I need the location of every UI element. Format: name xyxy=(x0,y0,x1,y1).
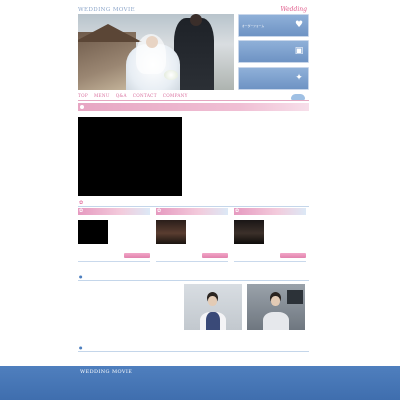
bullet-icon xyxy=(80,105,84,109)
nav-menu[interactable]: MENU xyxy=(94,93,110,98)
side-button-samples[interactable]: ▣ xyxy=(238,40,309,63)
star-icon: ✿ xyxy=(157,208,162,214)
nav-top[interactable]: TOP xyxy=(78,93,88,98)
card-more-button[interactable] xyxy=(280,253,306,258)
staff-photo-2 xyxy=(247,284,305,330)
star-icon: ✿ xyxy=(79,200,84,206)
sample-card-1: ✿ xyxy=(78,208,150,264)
sample-card-3: ✿ xyxy=(234,208,306,264)
site-title[interactable]: WEDDING MOVIE xyxy=(78,7,135,13)
video-thumbnail[interactable] xyxy=(234,220,264,244)
divider xyxy=(234,261,306,262)
nav-qa[interactable]: Q&A xyxy=(116,93,127,98)
heart-icon: ♥ xyxy=(294,20,304,30)
hero-bouquet xyxy=(164,70,178,80)
card-header: ✿ xyxy=(156,208,228,215)
hero-roof xyxy=(78,24,142,42)
top-bar xyxy=(78,2,309,6)
side-button-order[interactable]: オーダーフォーム ♥ xyxy=(238,14,309,37)
person-tie xyxy=(206,312,220,330)
footer-site-name[interactable]: WEDDING MOVIE xyxy=(80,369,132,375)
divider xyxy=(78,261,150,262)
ring-icon: ✦ xyxy=(295,73,303,83)
divider xyxy=(156,261,228,262)
film-icon: ▣ xyxy=(294,46,304,56)
card-header: ✿ xyxy=(78,208,150,215)
side-button-plans[interactable]: ✦ xyxy=(238,67,309,90)
hero-bride-head xyxy=(146,36,158,48)
nav-contact[interactable]: CONTACT xyxy=(133,93,157,98)
person-body xyxy=(263,312,289,330)
video-player[interactable] xyxy=(78,117,182,196)
side-button-group: オーダーフォーム ♥ ▣ ✦ xyxy=(238,14,309,90)
video-thumbnail[interactable] xyxy=(78,220,108,244)
video-thumbnail[interactable] xyxy=(156,220,186,244)
cloud-icon xyxy=(291,94,305,100)
hero-groom-head xyxy=(190,14,202,26)
staff-photo-1 xyxy=(184,284,242,330)
footer: WEDDING MOVIE xyxy=(0,366,400,400)
page-container: WEDDING MOVIE Wedding オーダーフォーム ♥ ▣ ✦ TOP… xyxy=(78,0,309,366)
samples-heading: ✿ xyxy=(78,200,309,207)
sample-card-2: ✿ xyxy=(156,208,228,264)
card-header: ✿ xyxy=(234,208,306,215)
monitor-screen xyxy=(287,290,303,304)
person-face xyxy=(208,296,217,306)
main-nav: TOP MENU Q&A CONTACT COMPANY xyxy=(78,93,309,101)
nav-company[interactable]: COMPANY xyxy=(163,93,188,98)
star-icon: ✿ xyxy=(79,208,84,214)
notice-bar xyxy=(78,103,309,111)
person-face xyxy=(271,296,280,306)
logo[interactable]: Wedding xyxy=(280,6,307,13)
reason-heading: ● xyxy=(78,274,309,281)
hero-groom xyxy=(174,18,214,90)
hero-image xyxy=(78,14,234,90)
circle-icon: ● xyxy=(79,274,83,279)
card-more-button[interactable] xyxy=(124,253,150,258)
star-icon: ✿ xyxy=(235,208,240,214)
side-button-sub: オーダーフォーム xyxy=(242,24,265,28)
card-more-button[interactable] xyxy=(202,253,228,258)
news-heading: ● xyxy=(78,345,309,352)
circle-icon: ● xyxy=(79,345,83,350)
